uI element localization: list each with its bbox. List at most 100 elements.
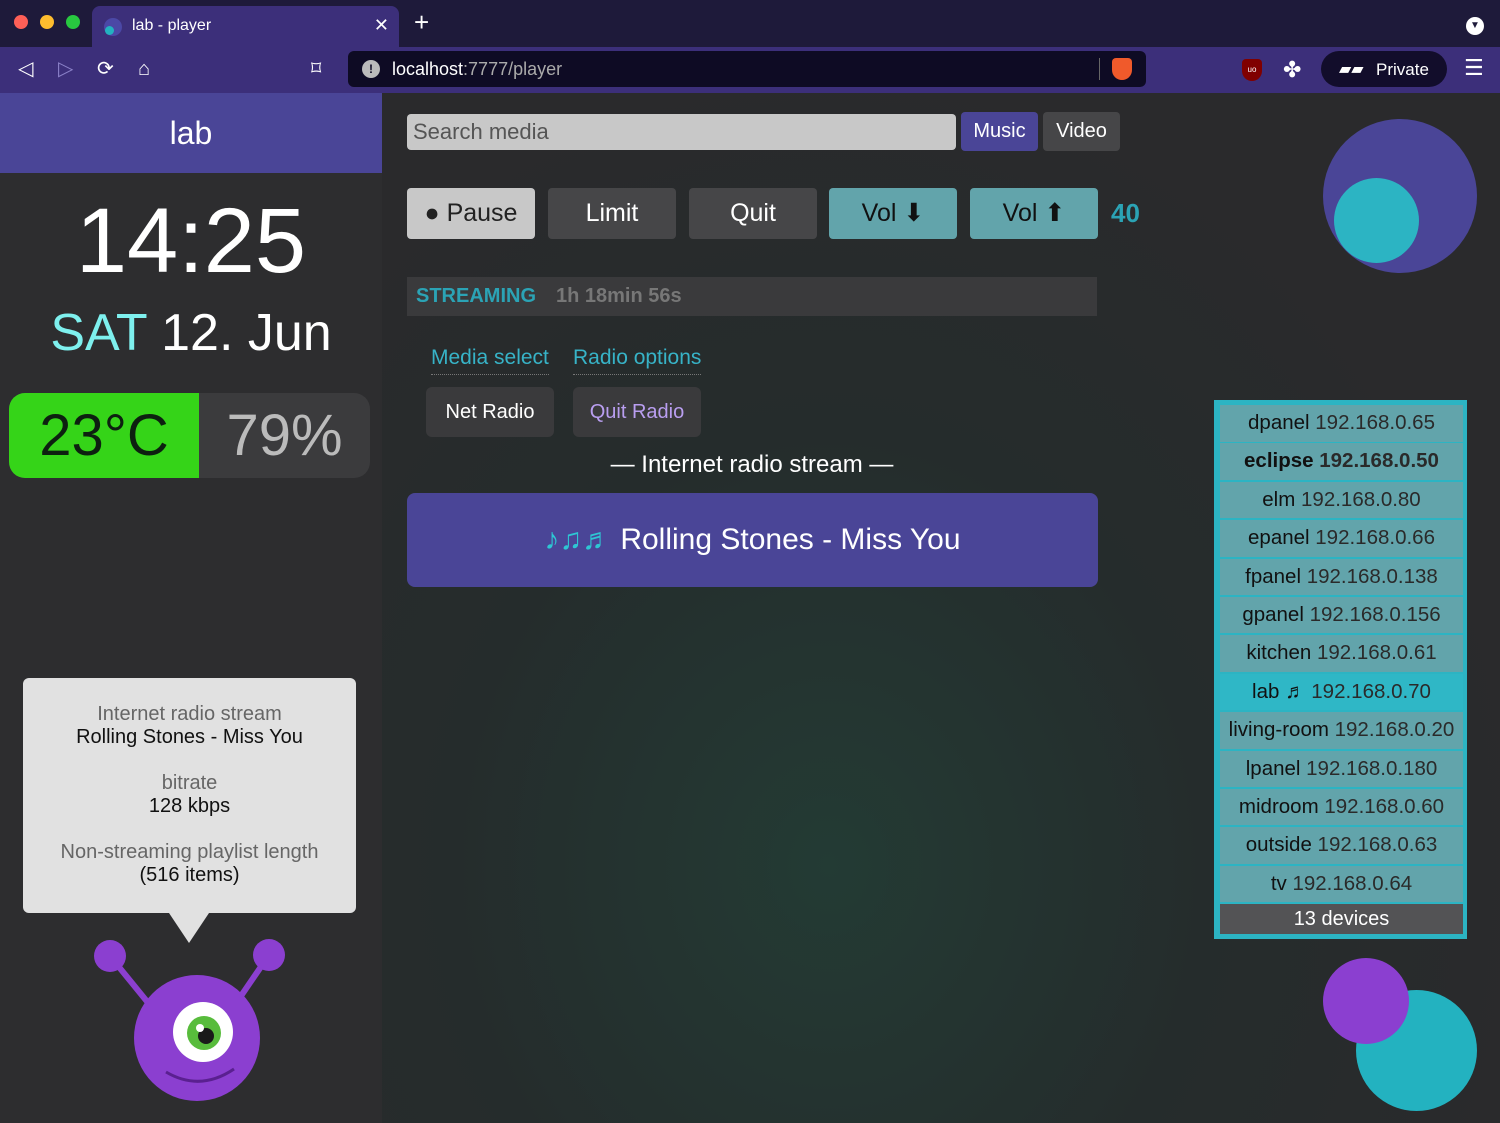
device-ip: 192.168.0.64 xyxy=(1292,871,1413,895)
weather-widget: 23°C 79% xyxy=(9,393,370,478)
device-ip: 192.168.0.80 xyxy=(1301,487,1421,511)
tab-title: lab - player xyxy=(132,17,212,34)
music-mode-button[interactable]: Music xyxy=(961,112,1038,151)
private-label: Private xyxy=(1376,60,1429,79)
bitrate-value: 128 kbps xyxy=(148,795,231,817)
device-ip: 192.168.0.138 xyxy=(1306,564,1438,588)
device-item[interactable]: midroom 192.168.0.60 xyxy=(1220,788,1463,826)
device-ip: 192.168.0.63 xyxy=(1317,833,1438,857)
date-text: 12. Jun xyxy=(161,304,332,362)
decor-circle-violet-bottom xyxy=(1323,958,1409,1044)
bitrate-label: bitrate xyxy=(161,772,218,794)
device-name: eclipse xyxy=(1244,449,1320,473)
host-name: lab xyxy=(0,93,382,173)
device-name: fpanel xyxy=(1245,564,1307,588)
reload-icon[interactable]: ⟳ xyxy=(97,57,114,81)
volume-up-button[interactable]: Vol ⬆ xyxy=(970,188,1098,239)
clock-time: 14:25 xyxy=(75,190,307,292)
now-playing-banner: ♪♫♬ Rolling Stones - Miss You xyxy=(407,493,1098,587)
device-count: 13 devices xyxy=(1220,904,1463,935)
stream-type-label: Internet radio stream xyxy=(97,703,282,725)
device-name: kitchen xyxy=(1246,641,1317,665)
tab-media-select[interactable]: Media select xyxy=(431,346,549,375)
device-name: elm xyxy=(1262,487,1302,511)
brave-shields-icon[interactable] xyxy=(1112,58,1132,80)
browser-tab-bar: lab - player ✕ + ▼ xyxy=(0,0,1500,47)
playlist-length-label: Non-streaming playlist length xyxy=(60,841,319,863)
device-name: lab ♬ xyxy=(1252,679,1312,703)
forward-icon[interactable]: ▷ xyxy=(58,57,73,81)
streaming-status-bar: STREAMING 1h 18min 56s xyxy=(407,277,1097,316)
site-favicon-icon xyxy=(104,18,122,36)
device-item[interactable]: tv 192.168.0.64 xyxy=(1220,865,1463,903)
home-icon[interactable]: ⌂ xyxy=(138,57,150,81)
bookmark-icon[interactable]: ⌑ xyxy=(311,57,321,81)
device-name: outside xyxy=(1245,833,1318,857)
device-item[interactable]: outside 192.168.0.63 xyxy=(1220,827,1463,864)
browser-tab[interactable]: lab - player ✕ xyxy=(92,6,399,47)
minimize-window-button[interactable] xyxy=(40,15,54,29)
device-item[interactable]: gpanel 192.168.0.156 xyxy=(1220,596,1463,634)
device-item[interactable]: living-room 192.168.0.20 xyxy=(1220,712,1463,749)
search-input[interactable] xyxy=(407,114,956,150)
video-mode-button[interactable]: Video xyxy=(1043,112,1120,151)
device-ip: 192.168.0.60 xyxy=(1324,794,1445,818)
device-item[interactable]: kitchen 192.168.0.61 xyxy=(1220,635,1463,672)
decor-circle-teal xyxy=(1334,178,1419,263)
quit-button[interactable]: Quit xyxy=(689,188,817,239)
net-radio-button[interactable]: Net Radio xyxy=(426,387,554,437)
back-icon[interactable]: ◁ xyxy=(18,57,33,81)
zoom-window-button[interactable] xyxy=(66,15,80,29)
url-divider xyxy=(1099,58,1100,80)
device-item[interactable]: elm 192.168.0.80 xyxy=(1220,481,1463,519)
alien-mascot-icon xyxy=(94,939,285,1101)
device-ip: 192.168.0.50 xyxy=(1319,449,1439,473)
device-ip: 192.168.0.70 xyxy=(1311,679,1431,703)
device-item[interactable]: eclipse 192.168.0.50 xyxy=(1220,443,1463,480)
address-bar[interactable]: ! localhost:7777/player xyxy=(348,51,1146,87)
device-item[interactable]: fpanel 192.168.0.138 xyxy=(1220,558,1463,596)
device-ip: 192.168.0.61 xyxy=(1316,641,1437,665)
humidity: 79% xyxy=(226,403,343,468)
music-notes-icon: ♪♫♬ xyxy=(544,523,612,556)
temperature: 23°C xyxy=(9,393,199,478)
device-name: dpanel xyxy=(1248,411,1316,434)
close-tab-icon[interactable]: ✕ xyxy=(374,15,389,36)
volume-down-button[interactable]: Vol ⬇ xyxy=(829,188,957,239)
day-of-week: SAT xyxy=(50,304,147,362)
extensions-puzzle-icon[interactable]: ✤ xyxy=(1283,57,1301,83)
close-window-button[interactable] xyxy=(14,15,28,29)
device-item[interactable]: dpanel 192.168.0.65 xyxy=(1220,405,1463,442)
device-name: gpanel xyxy=(1242,602,1310,626)
private-window-badge[interactable]: ▰▰ Private xyxy=(1321,51,1447,87)
device-name: tv xyxy=(1270,871,1293,895)
quit-radio-button[interactable]: Quit Radio xyxy=(573,387,701,437)
info-speech-bubble: Internet radio stream Rolling Stones - M… xyxy=(23,678,356,943)
new-tab-icon[interactable]: + xyxy=(414,9,429,35)
device-name: lpanel xyxy=(1245,756,1307,780)
now-playing-title: Rolling Stones - Miss You xyxy=(620,523,961,556)
tab-radio-options[interactable]: Radio options xyxy=(573,346,702,375)
private-glasses-icon: ▰▰ xyxy=(1339,61,1364,78)
bubble-track: Rolling Stones - Miss You xyxy=(76,726,303,748)
device-item[interactable]: lpanel 192.168.0.180 xyxy=(1220,750,1463,788)
radio-stream-heading: — Internet radio stream — xyxy=(610,451,894,478)
tab-menu-chevron-icon[interactable]: ▼ xyxy=(1466,17,1484,35)
device-item[interactable]: epanel 192.168.0.66 xyxy=(1220,520,1463,557)
device-list: dpanel 192.168.0.65 eclipse 192.168.0.50 e… xyxy=(1214,400,1467,939)
sidebar: lab 14:25 SAT 12. Jun 23°C 79% Internet … xyxy=(0,93,382,1123)
browser-menu-icon[interactable]: ☰ xyxy=(1464,55,1484,81)
device-name: midroom xyxy=(1238,794,1325,818)
site-info-icon[interactable]: ! xyxy=(362,60,380,78)
pause-button[interactable]: ● Pause xyxy=(407,188,535,239)
ublock-extension-icon[interactable]: uo xyxy=(1242,59,1262,81)
limit-button[interactable]: Limit xyxy=(548,188,676,239)
browser-toolbar: ◁ ▷ ⟳ ⌂ ⌑ ! localhost:7777/player uo ✤ ▰… xyxy=(0,47,1500,93)
playlist-count: (516 items) xyxy=(139,864,240,886)
device-item[interactable]: lab ♬ 192.168.0.70 xyxy=(1220,673,1463,711)
streaming-duration: 1h 18min 56s xyxy=(556,285,682,307)
url-text: localhost:7777/player xyxy=(392,59,563,79)
volume-level: 40 xyxy=(1111,198,1140,228)
device-name: epanel xyxy=(1248,526,1316,550)
device-ip: 192.168.0.180 xyxy=(1306,756,1438,780)
